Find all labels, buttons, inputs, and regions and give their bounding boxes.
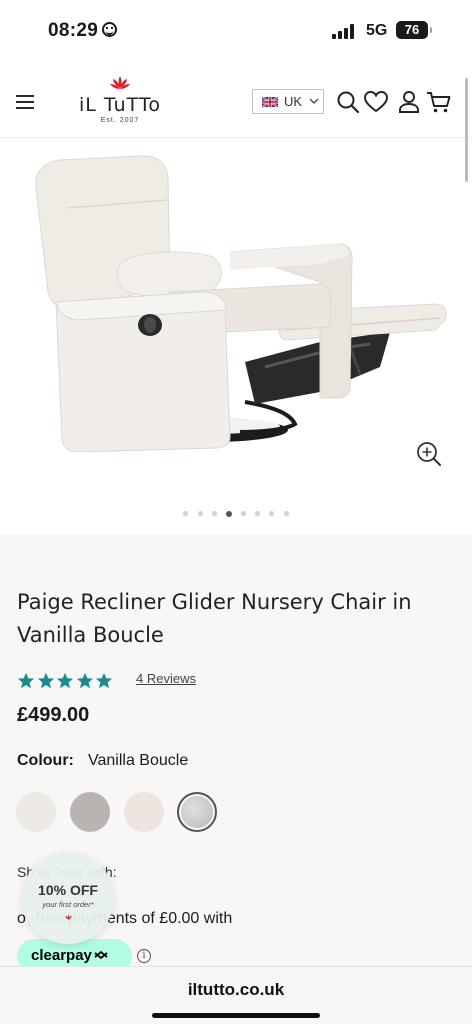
status-time: 08:29	[48, 20, 118, 42]
home-indicator[interactable]	[152, 1013, 320, 1018]
colour-swatch[interactable]	[124, 792, 164, 832]
status-time-text: 08:29	[48, 20, 99, 41]
first-order-offer-badge[interactable]: 10% OFF your first order*	[22, 852, 114, 944]
gallery-pagination	[0, 505, 472, 517]
heart-icon[interactable]	[363, 89, 389, 115]
account-icon[interactable]	[396, 89, 422, 115]
lotus-icon	[65, 914, 72, 920]
gallery-dot[interactable]	[283, 511, 289, 517]
country-selector[interactable]: UK	[252, 89, 324, 114]
star-icon	[37, 672, 54, 689]
status-bar: 08:29 5G 76	[0, 0, 472, 64]
colour-swatch-selected[interactable]	[177, 792, 217, 832]
logo[interactable]: iL TuTTo Est. 2007	[70, 76, 170, 128]
scrollbar[interactable]	[465, 78, 468, 182]
logo-name: iL TuTTo	[79, 94, 161, 116]
signal-icon	[332, 24, 356, 39]
star-icon	[95, 672, 113, 689]
smiley-icon	[102, 22, 118, 37]
chevron-down-icon	[309, 98, 319, 104]
colour-row: Colour: Vanilla Boucle	[17, 752, 188, 770]
clearpay-arrows-icon	[94, 950, 108, 960]
star-rating[interactable]	[17, 672, 115, 690]
site-header: iL TuTTo Est. 2007 UK	[0, 64, 472, 138]
menu-icon[interactable]	[16, 95, 34, 109]
offer-title: 10% OFF	[38, 882, 98, 898]
url-text[interactable]: iltutto.co.uk	[0, 980, 472, 1000]
product-title: Paige Recliner Glider Nursery Chair in V…	[17, 590, 412, 647]
colour-swatch[interactable]	[70, 792, 110, 832]
gallery-dot[interactable]	[241, 511, 247, 517]
gallery-dot[interactable]	[197, 511, 203, 517]
colour-label: Colour:	[17, 752, 74, 769]
lotus-icon	[110, 76, 130, 89]
gallery-dot[interactable]	[269, 511, 275, 517]
browser-url-bar[interactable]: iltutto.co.uk	[0, 966, 472, 1024]
gallery-dot[interactable]	[211, 511, 217, 517]
clearpay-label: clearpay	[31, 947, 109, 964]
reviews-link[interactable]: 4 Reviews	[136, 671, 196, 686]
colour-value: Vanilla Boucle	[88, 752, 189, 769]
battery-icon: 76	[396, 21, 432, 39]
offer-subtitle: your first order*	[42, 900, 94, 909]
gallery-dot[interactable]	[255, 511, 261, 517]
star-icon	[17, 672, 35, 689]
network-type: 5G	[366, 22, 388, 39]
star-icon	[76, 672, 93, 689]
gallery-dot[interactable]	[183, 511, 189, 517]
colour-swatch[interactable]	[16, 792, 56, 832]
product-price: £499.00	[17, 704, 90, 726]
info-icon[interactable]: i	[137, 949, 151, 963]
star-icon	[56, 672, 74, 689]
search-icon[interactable]	[335, 89, 361, 115]
uk-flag-icon	[262, 97, 278, 107]
country-label: UK	[284, 94, 303, 109]
product-photo[interactable]	[20, 152, 450, 452]
product-gallery[interactable]	[0, 138, 472, 534]
logo-established: Est. 2007	[100, 117, 140, 124]
basket-icon[interactable]	[426, 89, 452, 115]
gallery-dot-active[interactable]	[225, 510, 232, 517]
zoom-in-icon[interactable]	[415, 440, 443, 468]
